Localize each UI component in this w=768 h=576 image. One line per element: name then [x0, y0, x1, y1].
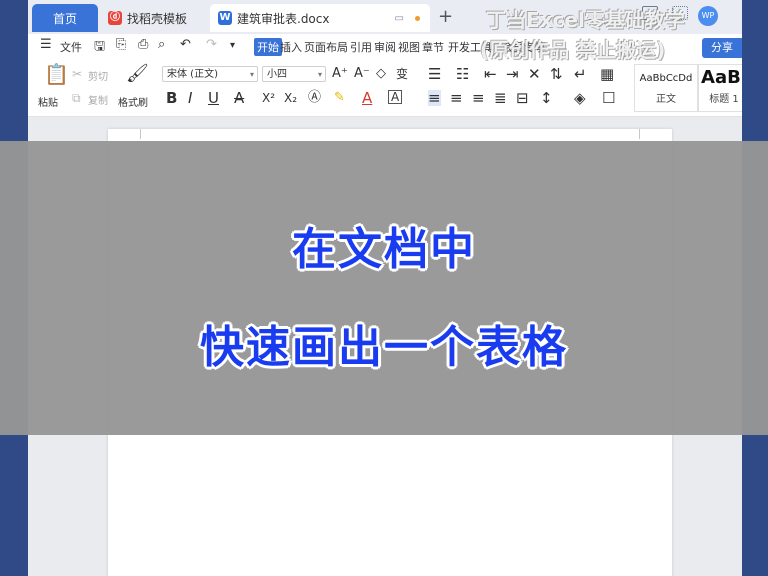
font-color-icon[interactable]: A: [362, 90, 372, 106]
format-painter-icon[interactable]: 🖌: [126, 65, 149, 83]
align-center-icon[interactable]: ≡: [450, 90, 463, 106]
tab-document-label: 建筑审批表.docx: [237, 11, 330, 26]
tab-home-ribbon[interactable]: 开始: [254, 38, 282, 56]
tab-sections[interactable]: 章节: [422, 39, 444, 55]
character-border-icon[interactable]: A: [388, 90, 403, 104]
tab-insert[interactable]: 插入: [280, 39, 302, 55]
format-painter-button[interactable]: 格式刷: [118, 94, 148, 109]
chinese-layout-icon[interactable]: ✕: [528, 66, 541, 82]
tab-home[interactable]: 首页: [32, 4, 98, 32]
justify-icon[interactable]: ≣: [494, 90, 507, 106]
distribute-icon[interactable]: ⊟: [516, 90, 529, 106]
shrink-font-icon[interactable]: A⁻: [354, 66, 370, 82]
print-preview-icon[interactable]: ⌕: [158, 37, 165, 52]
borders-icon[interactable]: ☐: [602, 90, 615, 106]
hamburger-menu-icon[interactable]: ☰: [40, 37, 52, 52]
underline-button[interactable]: U: [208, 90, 219, 106]
style-normal-preview: AaBbCcDd: [639, 73, 693, 84]
tab-references[interactable]: 引用: [350, 39, 372, 55]
numbered-list-icon[interactable]: ☷: [456, 66, 469, 82]
increase-indent-icon[interactable]: ⇥: [506, 66, 519, 82]
new-tab-button[interactable]: +: [438, 6, 453, 27]
phonetic-guide-icon[interactable]: 变: [396, 66, 408, 82]
align-right-icon[interactable]: ≡: [472, 90, 485, 106]
cut-button[interactable]: 剪切: [88, 68, 108, 83]
file-menu[interactable]: 文件: [60, 39, 82, 55]
italic-button[interactable]: I: [188, 90, 192, 106]
margin-mark-top-left: [130, 129, 141, 139]
style-normal[interactable]: AaBbCcDd 正文: [634, 64, 698, 112]
save-icon[interactable]: 🖫: [94, 37, 105, 59]
copy-icon: ⧉: [72, 91, 81, 105]
redo-icon[interactable]: ↷: [206, 37, 217, 52]
text-effect-icon[interactable]: Ⓐ: [308, 90, 321, 106]
font-name-select[interactable]: 宋体 (正文) ▾: [162, 66, 258, 82]
subscript-button[interactable]: X₂: [284, 90, 297, 106]
watermark-line2: (原创作品 禁止搬运): [480, 38, 666, 62]
paste-button[interactable]: 粘贴: [38, 94, 58, 109]
sort-icon[interactable]: ⇅: [550, 66, 563, 82]
show-marks-icon[interactable]: ↵: [574, 66, 587, 82]
unsaved-dot-icon: [415, 15, 420, 21]
caption-overlay: 在文档中 快速画出一个表格: [0, 141, 768, 435]
chevron-down-icon: ▾: [249, 70, 254, 79]
align-left-icon[interactable]: ≡: [428, 90, 441, 106]
style-heading-1[interactable]: AaBl 标题 1: [698, 64, 742, 112]
cut-icon: ✂: [72, 67, 83, 81]
tab-review[interactable]: 审阅: [374, 39, 396, 55]
font-size-value: 小四: [267, 69, 287, 80]
style-heading-1-preview: AaBl: [701, 67, 742, 88]
font-size-select[interactable]: 小四 ▾: [262, 66, 326, 82]
bold-button[interactable]: B: [166, 90, 177, 106]
ruler-icon[interactable]: ▦: [600, 66, 614, 82]
undo-icon[interactable]: ↶: [180, 37, 191, 52]
highlight-icon[interactable]: ✎: [334, 90, 345, 106]
margin-mark-top-right: [639, 129, 650, 139]
word-doc-icon: W: [218, 11, 232, 25]
strikethrough-button[interactable]: A: [234, 90, 244, 106]
caption-line2: 快速画出一个表格: [200, 322, 568, 373]
style-heading-1-label: 标题 1: [709, 94, 739, 105]
home-toolbar: 📋 粘贴 ✂ 剪切 ⧉ 复制 🖌 格式刷 宋体 (正文) ▾ 小四 ▾ A⁺ A…: [28, 60, 742, 117]
quick-access-dropdown-icon[interactable]: ▾: [230, 40, 235, 51]
clear-format-icon[interactable]: ◇: [376, 66, 386, 82]
tab-template-label: 找稻壳模板: [127, 11, 188, 26]
caption-line1: 在文档中: [292, 224, 476, 275]
grow-font-icon[interactable]: A⁺: [332, 66, 348, 82]
bullet-list-icon[interactable]: ☰: [428, 66, 441, 82]
superscript-button[interactable]: X²: [262, 90, 275, 106]
export-icon[interactable]: ⎘: [116, 37, 126, 52]
tab-document[interactable]: W 建筑审批表.docx ▭: [210, 4, 430, 32]
docer-icon: ⓓ: [108, 11, 122, 25]
chevron-down-icon: ▾: [317, 70, 322, 79]
screen-icon[interactable]: ▭: [395, 13, 404, 24]
tab-page-layout[interactable]: 页面布局: [304, 39, 348, 55]
avatar[interactable]: WP: [698, 6, 718, 26]
copy-button[interactable]: 复制: [88, 92, 108, 107]
style-normal-label: 正文: [656, 94, 676, 105]
paste-icon[interactable]: 📋: [44, 64, 69, 84]
decrease-indent-icon[interactable]: ⇤: [484, 66, 497, 82]
watermark-line1: 丁当Excel零基础教学: [486, 8, 685, 32]
share-button[interactable]: 分享: [702, 38, 742, 58]
tab-template[interactable]: ⓓ 找稻壳模板: [100, 4, 208, 32]
font-name-value: 宋体 (正文): [167, 69, 218, 80]
tab-view[interactable]: 视图: [398, 39, 420, 55]
line-spacing-icon[interactable]: ↕: [540, 90, 553, 106]
print-icon[interactable]: ⎙: [138, 37, 148, 52]
shading-icon[interactable]: ◈: [574, 90, 586, 106]
